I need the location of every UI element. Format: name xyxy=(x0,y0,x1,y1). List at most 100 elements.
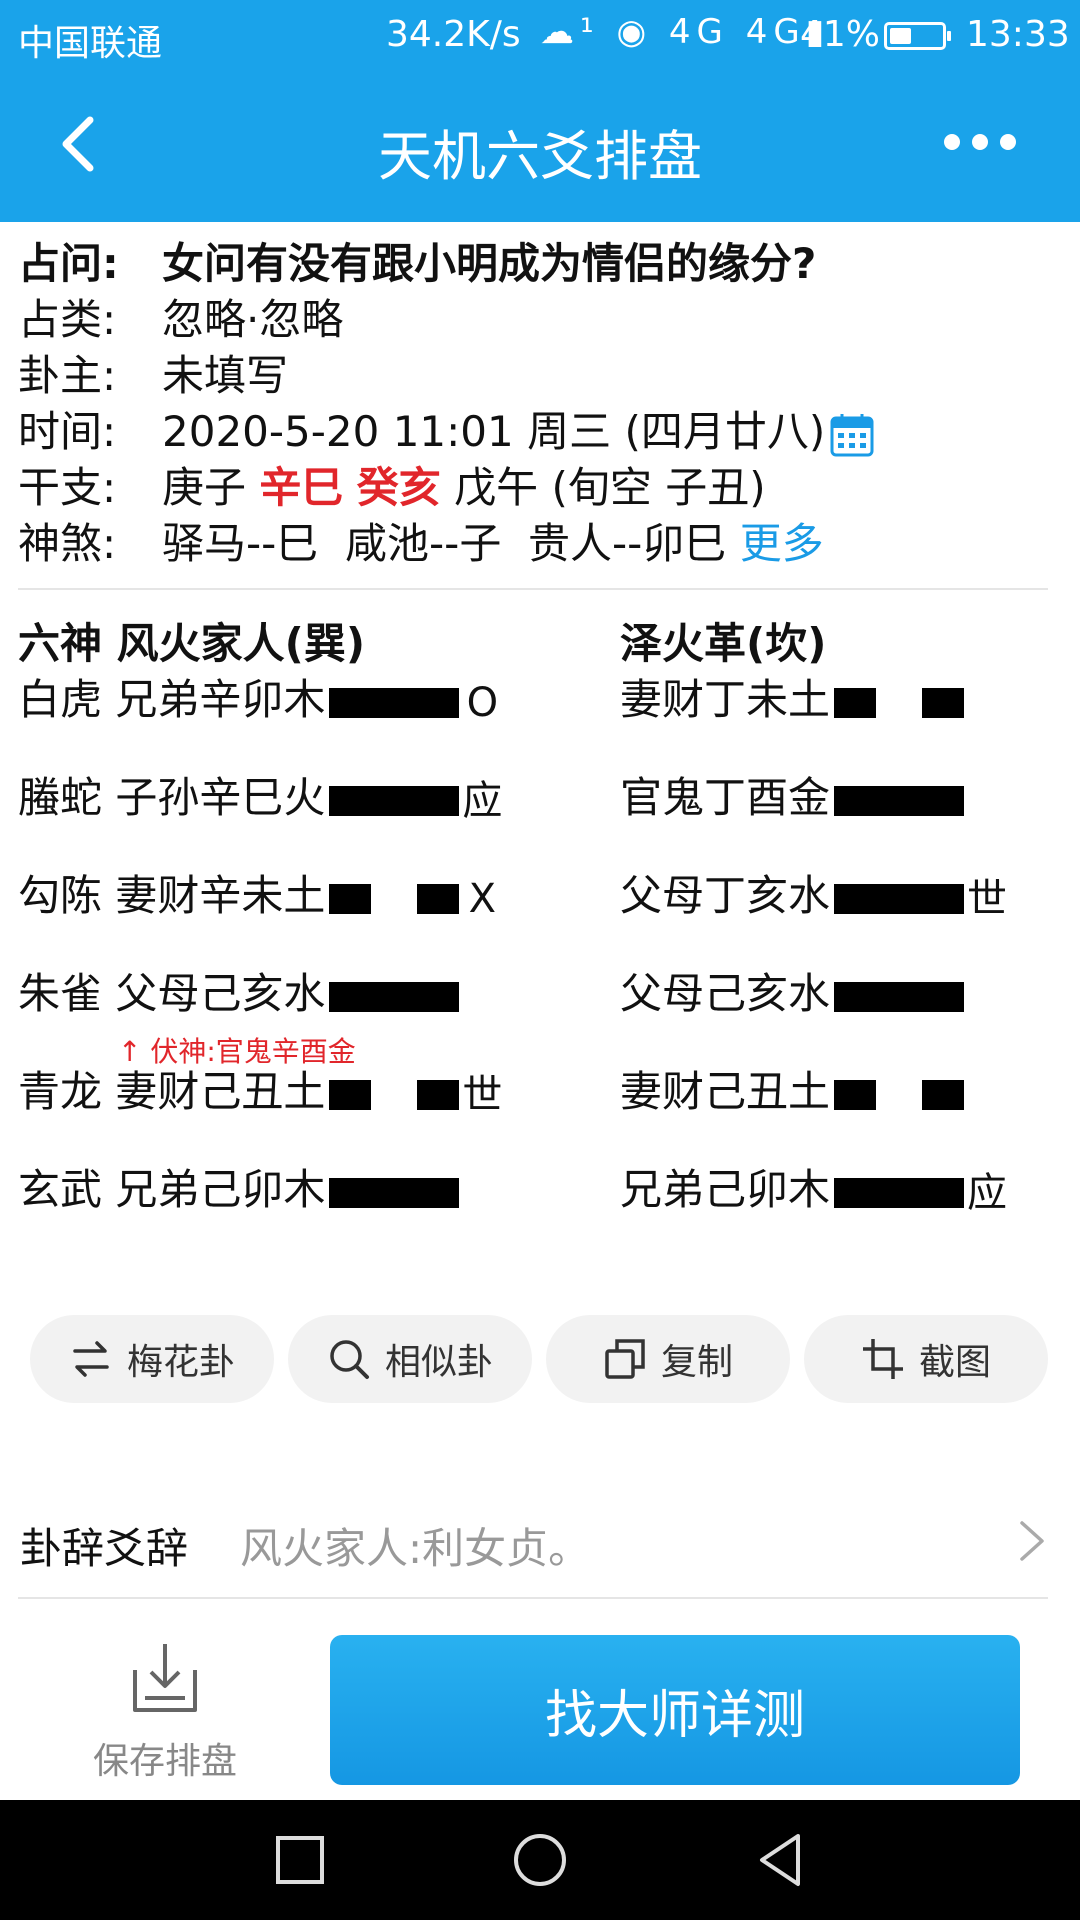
network-speed: 34.2K/s xyxy=(386,14,521,55)
screenshot-button[interactable]: 截图 xyxy=(804,1315,1048,1403)
question-label: 占问: xyxy=(18,239,119,288)
guaci-label: 卦辞爻辞 xyxy=(20,1524,189,1573)
right-yao-line: 官鬼丁酉金 xyxy=(620,768,1010,828)
yao-label: 父母己亥水 xyxy=(620,969,831,1018)
yang-line xyxy=(329,687,460,718)
fushen-note: ↑ 伏神:官鬼辛酉金 xyxy=(118,1035,356,1068)
calendar-icon[interactable] xyxy=(829,412,875,458)
yao-label: 白虎 兄弟辛卯木 xyxy=(18,675,326,724)
question-value: 女问有没有跟小明成为情侣的缘分? xyxy=(162,239,817,288)
page-title: 天机六爻排盘 xyxy=(378,125,702,188)
left-yao-line: 螣蛇 子孙辛巳火 应 xyxy=(18,768,505,828)
time-row: 时间: 2020-5-20 11:01 周三 (四月廿八) xyxy=(18,404,1048,460)
yao-mark: 应 xyxy=(462,777,503,824)
swap-icon xyxy=(73,1341,109,1377)
time-value: 2020-5-20 11:01 周三 (四月廿八) xyxy=(162,407,826,456)
yang-line xyxy=(834,785,965,816)
more-link[interactable]: 更多 xyxy=(740,519,824,568)
yao-label: 螣蛇 子孙辛巳火 xyxy=(18,773,326,822)
yin-line xyxy=(834,687,965,718)
home-icon[interactable] xyxy=(510,1830,570,1890)
battery-icon xyxy=(884,22,951,50)
save-chart-button[interactable]: 保存排盘 xyxy=(90,1640,240,1784)
consult-master-button[interactable]: 找大师详测 xyxy=(330,1635,1020,1785)
screenshot-label: 截图 xyxy=(918,1342,991,1383)
yao-label: 父母丁亥水 xyxy=(620,871,831,920)
back-nav-icon[interactable] xyxy=(750,1830,810,1890)
right-yao-line: 妻财丁未土 xyxy=(620,670,1010,730)
yao-label: 勾陈 妻财辛未土 xyxy=(18,871,326,920)
yao-mark: X xyxy=(468,875,497,922)
yao-mark: O xyxy=(466,679,499,726)
yao-mark: 世 xyxy=(462,1071,503,1118)
yang-line xyxy=(834,883,965,914)
right-yao-line: 妻财己丑土 xyxy=(620,1062,1010,1122)
similar-button[interactable]: 相似卦 xyxy=(288,1315,532,1403)
recent-apps-icon[interactable] xyxy=(270,1830,330,1890)
meihua-button[interactable]: 梅花卦 xyxy=(30,1315,274,1403)
chevron-right-icon xyxy=(1020,1521,1044,1561)
battery-percent: 41% xyxy=(800,14,881,55)
yang-line xyxy=(329,981,460,1012)
owner-label: 卦主: xyxy=(18,351,117,400)
left-yao-line: 勾陈 妻财辛未土 X xyxy=(18,866,505,926)
guaci-text: 风火家人:利女贞。 xyxy=(240,1524,591,1573)
ganzhi-year: 庚子 xyxy=(162,463,247,512)
category-row: 占类: 忽略·忽略 xyxy=(18,292,1048,348)
yin-line xyxy=(329,1079,460,1110)
left-yao-line: 朱雀 父母己亥水 xyxy=(18,964,505,1024)
search-icon xyxy=(330,1340,369,1379)
yao-label: 兄弟己卯木 xyxy=(620,1165,831,1214)
right-yao-line: 父母己亥水 xyxy=(620,964,1010,1024)
copy-button[interactable]: 复制 xyxy=(546,1315,790,1403)
yao-label: 妻财丁未土 xyxy=(620,675,831,724)
meihua-label: 梅花卦 xyxy=(126,1342,235,1383)
yang-line xyxy=(329,1177,460,1208)
question-row: 占问: 女问有没有跟小明成为情侣的缘分? xyxy=(18,236,1048,292)
left-yao-line: 青龙 妻财己丑土 世 xyxy=(18,1062,505,1122)
right-yao-line: 兄弟己卯木 应 xyxy=(620,1160,1010,1220)
yang-line xyxy=(834,1177,965,1208)
hexagram-chart: 六神 风火家人(巽) 泽火革(坎) 白虎 兄弟辛卯木 O 螣蛇 子孙辛巳火应勾陈 妻… xyxy=(0,590,1080,1250)
status-bar: 中国联通 34.2K/s ☁¹ ◉ 4G 4G▮ 41% 13:33 xyxy=(0,0,1080,72)
ganzhi-row: 干支: 庚子 辛巳 癸亥 戊午 (旬空 子丑) xyxy=(18,460,1048,516)
yao-label: 青龙 妻财己丑土 xyxy=(18,1067,326,1116)
category-value: 忽略·忽略 xyxy=(162,295,344,344)
download-tray-icon xyxy=(133,1644,197,1712)
ganzhi-label: 干支: xyxy=(18,463,117,512)
clock: 13:33 xyxy=(966,14,1070,55)
yang-line xyxy=(834,981,965,1012)
yang-line xyxy=(329,785,460,816)
copy-label: 复制 xyxy=(660,1342,733,1383)
yao-label: 妻财己丑土 xyxy=(620,1067,831,1116)
left-hexagram-title: 六神 风火家人(巽) xyxy=(18,619,366,668)
crop-icon xyxy=(862,1339,903,1379)
time-label: 时间: xyxy=(18,407,117,456)
more-dots-icon[interactable] xyxy=(944,134,1030,158)
left-yao-line: 玄武 兄弟己卯木 xyxy=(18,1160,505,1220)
yao-label: 玄武 兄弟己卯木 xyxy=(18,1165,326,1214)
action-chips: 梅花卦 相似卦 复制 截图 xyxy=(30,1315,1050,1405)
owner-value: 未填写 xyxy=(162,351,289,400)
shensha-label: 神煞: xyxy=(18,519,117,568)
shensha-row: 神煞: 驿马--巳 咸池--子 贵人--卯巳 更多 xyxy=(18,516,1048,572)
guaci-row[interactable]: 卦辞爻辞 风火家人:利女贞。 xyxy=(20,1505,1060,1585)
carrier-name: 中国联通 xyxy=(18,23,163,64)
owner-row: 卦主: 未填写 xyxy=(18,348,1048,404)
similar-label: 相似卦 xyxy=(384,1342,493,1383)
yao-label: 官鬼丁酉金 xyxy=(620,773,831,822)
divider xyxy=(18,1597,1048,1599)
copy-icon xyxy=(605,1339,645,1379)
network-icons: ☁¹ ◉ 4G 4G▮ xyxy=(540,12,831,52)
divination-info: 占问: 女问有没有跟小明成为情侣的缘分? 占类: 忽略·忽略 卦主: 未填写 时… xyxy=(18,236,1048,572)
yin-line xyxy=(329,883,460,914)
yin-line xyxy=(834,1079,965,1110)
save-chart-label: 保存排盘 xyxy=(92,1741,237,1782)
right-yao-line: 父母丁亥水 世 xyxy=(620,866,1010,926)
app-bar: 天机六爻排盘 xyxy=(0,72,1080,222)
yao-label: 朱雀 父母己亥水 xyxy=(18,969,326,1018)
shensha-value: 驿马--巳 咸池--子 贵人--卯巳 xyxy=(162,519,727,568)
yao-mark: 应 xyxy=(967,1169,1008,1216)
ganzhi-month: 辛巳 xyxy=(259,463,344,512)
left-yao-line: 白虎 兄弟辛卯木 O xyxy=(18,670,505,730)
